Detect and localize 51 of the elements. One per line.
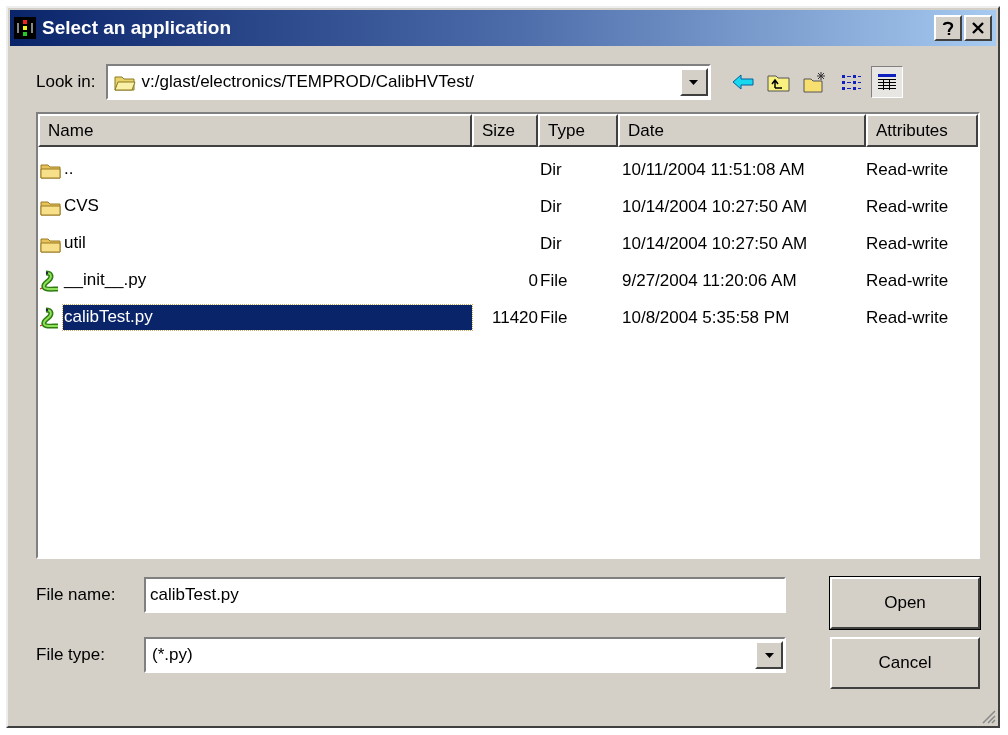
close-button[interactable] [964, 15, 992, 41]
file-name[interactable]: calibTest.py [62, 305, 472, 330]
help-icon [942, 21, 954, 35]
caret-icon [687, 77, 701, 87]
close-icon [972, 22, 984, 34]
table-cell: Read-write [866, 196, 949, 216]
column-header[interactable]: Date [618, 114, 866, 147]
table-cell: File [540, 307, 568, 327]
file-type-value: (*.py) [152, 645, 194, 665]
look-in-dropdown[interactable]: v:/glast/electronics/TEMPROD/CalibHVTest/ [105, 64, 711, 100]
column-header[interactable]: Name [38, 114, 472, 147]
table-cell: Dir [540, 233, 562, 253]
app-icon [14, 17, 36, 39]
column-header[interactable]: Attributes [866, 114, 978, 147]
column-header[interactable]: Type [538, 114, 618, 147]
file-name[interactable]: .. [63, 157, 78, 182]
table-cell: 11420 [492, 307, 538, 327]
table-cell: 10/14/2004 10:27:50 AM [622, 233, 808, 253]
file-name[interactable]: util [63, 231, 90, 256]
dropdown-button[interactable] [755, 641, 783, 669]
table-cell: 10/14/2004 10:27:50 AM [622, 196, 808, 216]
new-folder-icon [802, 71, 827, 93]
table-cell: 9/27/2004 11:20:06 AM [622, 270, 797, 290]
table-cell: Dir [540, 196, 562, 216]
table-cell: Read-write [866, 307, 949, 327]
window-title: Select an application [42, 17, 231, 39]
table-cell: File [540, 270, 568, 290]
table-cell: Read-write [866, 270, 949, 290]
table-cell: Read-write [866, 159, 949, 179]
left-arrow-icon [730, 71, 755, 93]
table-cell: 10/11/2004 11:51:08 AM [622, 159, 805, 179]
table-cell: Dir [540, 159, 562, 179]
file-name-field[interactable]: calibTest.py [144, 577, 786, 613]
file-name-label: File name: [36, 585, 117, 605]
table-cell: 0 [528, 270, 538, 290]
resize-grip-icon [980, 708, 996, 724]
details-view-button[interactable] [870, 66, 903, 98]
file-type-label: File type: [36, 645, 106, 665]
cancel-button[interactable]: Cancel [830, 637, 980, 689]
file-name[interactable]: __init__.py [63, 268, 151, 293]
help-button[interactable] [934, 15, 962, 41]
open-button[interactable]: Open [830, 577, 980, 629]
look-in-label: Look in: [36, 72, 96, 92]
file-name[interactable]: CVS [63, 194, 103, 219]
folder-path: v:/glast/electronics/TEMPROD/CalibHVTest/ [141, 72, 476, 92]
table-cell: Read-write [866, 233, 949, 253]
file-type-dropdown[interactable]: (*.py) [144, 637, 786, 673]
caret-icon [762, 650, 776, 660]
dropdown-button[interactable] [679, 68, 708, 96]
column-header[interactable]: Size [472, 114, 538, 147]
table-cell: 10/8/2004 5:35:58 PM [622, 307, 790, 327]
